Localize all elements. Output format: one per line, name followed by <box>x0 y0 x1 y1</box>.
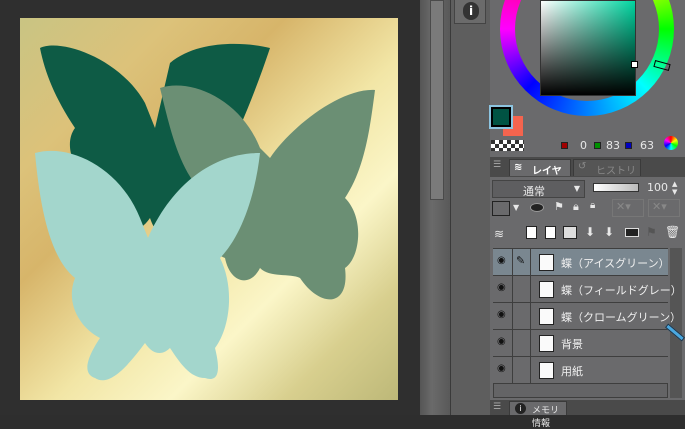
layer-thumbnail <box>539 308 554 325</box>
blue-icon <box>625 142 632 149</box>
new-folder-icon[interactable] <box>563 226 577 239</box>
panel-menu-icon[interactable]: ☰ <box>493 160 505 172</box>
edit-target-cell[interactable] <box>513 303 531 329</box>
scrollbar-thumb[interactable] <box>430 0 444 200</box>
visibility-toggle[interactable]: ◉ <box>493 249 513 275</box>
layer-name: 背景 <box>561 338 583 351</box>
edit-target-cell[interactable]: ✎ <box>513 249 531 275</box>
chevron-down-icon[interactable]: ▼ <box>513 203 519 212</box>
layer-thumbnail <box>539 335 554 352</box>
artwork <box>35 43 375 381</box>
blue-value: 63 <box>640 139 654 152</box>
visibility-toggle[interactable]: ◉ <box>493 357 513 383</box>
visibility-toggle[interactable]: ◉ <box>493 303 513 329</box>
lock-transparency-icon[interactable]: 🔒︎ <box>590 200 595 211</box>
layer-row[interactable]: ◉ 背景 <box>493 330 668 357</box>
opacity-value[interactable]: 100 <box>647 181 668 194</box>
clipping-icon[interactable] <box>530 203 544 212</box>
lock-icon[interactable]: 🔒︎ <box>573 200 579 214</box>
layer-row[interactable]: ◉ ✎ 蝶（アイスグリーン） <box>493 249 670 276</box>
eye-icon: ◉ <box>497 309 506 320</box>
opacity-stepper[interactable]: ▲ ▼ <box>672 180 677 196</box>
info-icon: i <box>463 2 479 20</box>
green-value: 83 <box>606 139 620 152</box>
layer-name: 蝶（フィールドグレー） <box>561 284 682 297</box>
transfer-down-icon[interactable]: ⬇ <box>585 225 595 239</box>
eye-icon: ◉ <box>497 282 506 293</box>
edit-target-cell[interactable] <box>513 330 531 356</box>
layer-stack-icon[interactable]: ≋ <box>494 227 504 241</box>
create-mask-icon[interactable] <box>625 228 639 237</box>
panel-menu-icon[interactable]: ☰ <box>493 402 501 412</box>
tab-memory-info[interactable]: i メモリ情報 <box>509 401 567 429</box>
layer-row[interactable]: ◉ 用紙 <box>493 357 668 384</box>
eye-icon: ◉ <box>497 255 506 266</box>
tab-layer[interactable]: ≋ レイヤー <box>509 159 571 192</box>
layer-row[interactable]: ◉ 蝶（クロームグリーン） <box>493 303 681 330</box>
eye-icon: ◉ <box>497 336 506 347</box>
mask-button[interactable]: ✕▾ <box>612 199 644 217</box>
layer-thumbnail <box>539 281 554 298</box>
merge-down-icon[interactable]: ⬇ <box>604 225 614 239</box>
layer-thumbnail <box>539 254 554 271</box>
layer-thumbnail <box>539 362 554 379</box>
edit-target-cell[interactable] <box>513 357 531 383</box>
history-icon: ↺ <box>578 161 587 172</box>
new-vector-layer-icon[interactable] <box>545 226 556 239</box>
info-button[interactable]: i <box>454 0 486 24</box>
pen-icon: ✎ <box>516 254 526 267</box>
layer-name: 蝶（アイスグリーン） <box>561 257 670 270</box>
layer-name: 用紙 <box>561 365 583 378</box>
main-color-swatch[interactable] <box>489 105 513 129</box>
color-settings-icon[interactable] <box>664 136 678 150</box>
red-value: 0 <box>580 139 587 152</box>
blend-mode-value: 通常 <box>523 185 545 198</box>
red-icon <box>561 142 568 149</box>
chevron-down-icon: ▼ <box>573 184 580 193</box>
opacity-slider[interactable] <box>593 183 639 192</box>
canvas-scrollbar[interactable] <box>420 0 450 415</box>
delete-layer-icon[interactable]: 🗑︎ <box>665 225 680 239</box>
tab-memory-info-label: メモリ情報 <box>532 406 560 429</box>
transparent-color-swatch[interactable] <box>491 140 524 151</box>
visibility-toggle[interactable]: ◉ <box>493 276 513 302</box>
reference-layer-icon[interactable]: ⚑ <box>554 200 564 213</box>
blend-mode-select[interactable]: 通常 ▼ <box>492 180 585 198</box>
edit-target-cell[interactable] <box>513 276 531 302</box>
canvas-area[interactable] <box>0 0 420 415</box>
layer-color-button[interactable] <box>492 201 510 216</box>
layer-icon: ≋ <box>514 162 523 173</box>
apply-mask-icon[interactable]: ⚑ <box>646 225 657 239</box>
color-picker-handle[interactable] <box>631 61 638 68</box>
tab-history[interactable]: ↺ ヒストリー <box>573 159 641 192</box>
eye-icon: ◉ <box>497 363 506 374</box>
canvas[interactable] <box>20 18 398 400</box>
new-raster-layer-icon[interactable] <box>526 226 537 239</box>
ruler-button[interactable]: ✕▾ <box>648 199 680 217</box>
green-icon <box>594 142 601 149</box>
info-icon: i <box>515 403 526 414</box>
layer-name: 蝶（クロームグリーン） <box>561 311 682 324</box>
side-strip <box>450 0 490 415</box>
saturation-value-square[interactable] <box>540 0 636 96</box>
layer-row[interactable]: ◉ 蝶（フィールドグレー） <box>493 276 682 303</box>
visibility-toggle[interactable]: ◉ <box>493 330 513 356</box>
